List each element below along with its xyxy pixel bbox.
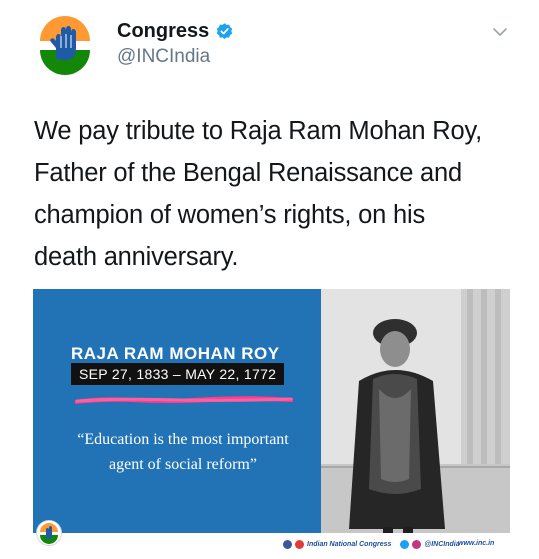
footer-org: Indian National Congress xyxy=(307,541,392,548)
quote-line: “Education is the most important xyxy=(77,431,289,448)
twitter-icon xyxy=(400,540,410,549)
chevron-down-icon[interactable] xyxy=(492,26,508,38)
congress-hand-logo-icon xyxy=(37,521,61,545)
name-row: Congress xyxy=(117,20,234,43)
tweet-text-line: Father of the Bengal Renaissance and xyxy=(34,159,463,187)
profile-avatar[interactable] xyxy=(34,14,96,76)
instagram-icon xyxy=(412,540,422,549)
tweet-text-line: death anniversary. xyxy=(34,243,239,271)
user-handle[interactable]: @INCIndia xyxy=(117,46,210,68)
portrait-illustration xyxy=(321,289,510,554)
congress-hand-logo-icon xyxy=(34,14,96,76)
tweet-text-line: We pay tribute to Raja Ram Mohan Roy, xyxy=(34,117,483,145)
quote-line: agent of social reform” xyxy=(109,456,257,473)
media-person-name: RAJA RAM MOHAN ROY xyxy=(71,344,280,363)
footer-handle: @INCIndia xyxy=(424,541,460,548)
facebook-icon xyxy=(283,540,292,549)
portrait-panel xyxy=(321,289,510,554)
tweet-card: Congress @INCIndia We pay tribute to Raj… xyxy=(0,0,539,559)
tweet-text: We pay tribute to Raja Ram Mohan Roy, Fa… xyxy=(34,110,514,278)
pink-highlight-scribble xyxy=(75,396,293,404)
footer-website: www.inc.in xyxy=(458,540,495,547)
youtube-icon xyxy=(295,540,304,549)
display-name[interactable]: Congress xyxy=(117,20,209,43)
verified-badge-icon xyxy=(217,23,233,40)
media-blue-panel: RAJA RAM MOHAN ROY SEP 27, 1833 – MAY 22… xyxy=(33,289,321,554)
media-quote: “Education is the most important agent o… xyxy=(63,427,303,477)
footer-social: Indian National Congress @INCIndia xyxy=(283,540,460,549)
tweet-media-image[interactable]: RAJA RAM MOHAN ROY SEP 27, 1833 – MAY 22… xyxy=(33,289,510,554)
media-dates: SEP 27, 1833 – MAY 22, 1772 xyxy=(71,363,285,385)
tweet-text-line: champion of women’s rights, on his xyxy=(34,201,426,229)
